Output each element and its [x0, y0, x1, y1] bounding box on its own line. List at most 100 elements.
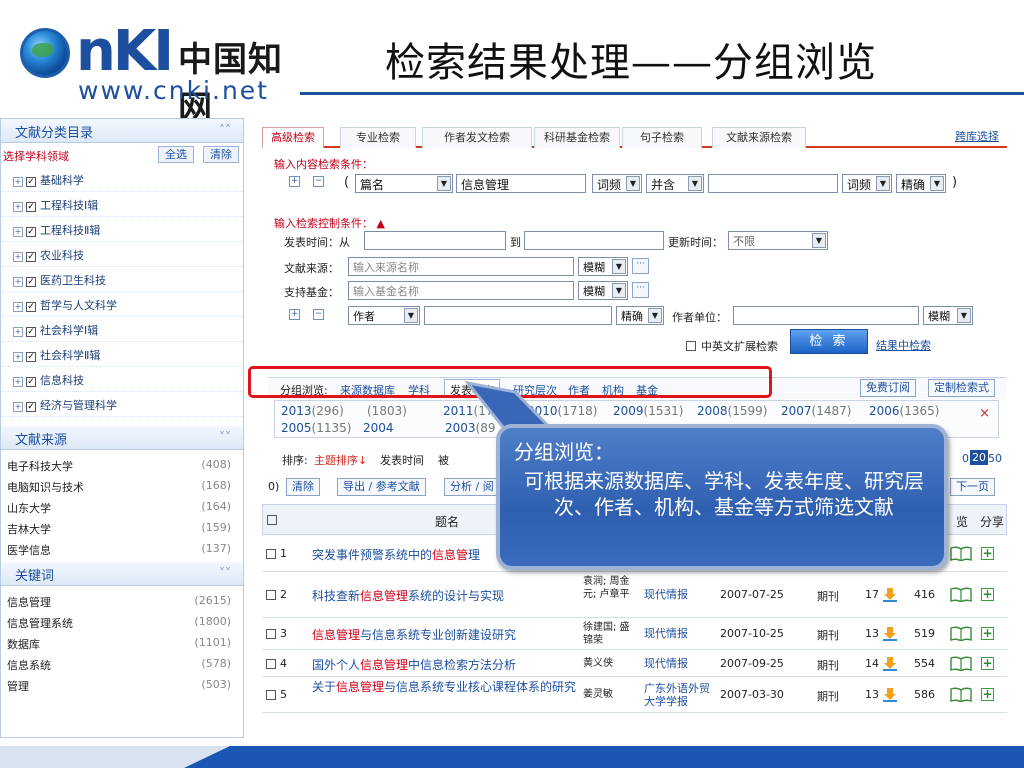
download-icon[interactable]: [883, 587, 897, 602]
row-checkbox[interactable]: [266, 629, 276, 639]
share-add-icon[interactable]: +: [981, 627, 994, 640]
catalog-header[interactable]: 文献分类目录 ˄˄: [1, 119, 243, 143]
row-cited[interactable]: 17: [865, 588, 879, 601]
expand-plus-icon[interactable]: +: [13, 227, 23, 237]
year-group-item[interactable]: 2005(1135): [281, 421, 351, 435]
row-source[interactable]: 现代情报: [644, 657, 714, 670]
year-group-item[interactable]: (1803): [367, 404, 407, 418]
row-title-link[interactable]: 科技查新信息管理系统的设计与实现: [312, 587, 504, 604]
row-cited[interactable]: 13: [865, 688, 879, 701]
checkbox-checked-icon[interactable]: ✓: [26, 402, 36, 412]
download-icon[interactable]: [883, 687, 897, 702]
source-item[interactable]: 医学信息 (137): [1, 538, 243, 559]
row-cited[interactable]: 13: [865, 627, 879, 640]
download-icon[interactable]: [883, 626, 897, 641]
row-checkbox[interactable]: [266, 590, 276, 600]
row-checkbox[interactable]: [266, 690, 276, 700]
close-icon[interactable]: ×: [979, 406, 990, 421]
checkbox-checked-icon[interactable]: ✓: [26, 327, 36, 337]
source-input[interactable]: 输入来源名称: [348, 257, 574, 276]
row-authors[interactable]: 黄义侠: [583, 657, 639, 670]
search-in-results-link[interactable]: 结果中检索: [876, 337, 931, 353]
category-item[interactable]: + ✓ 社会科学Ⅱ辑: [1, 342, 243, 367]
row-title-link[interactable]: 突发事件预警系统中的信息管理: [312, 546, 480, 563]
year-group-item[interactable]: 2009(1531): [613, 404, 683, 418]
page-size-10[interactable]: 0: [962, 452, 969, 465]
source-item[interactable]: 电子科技大学 (408): [1, 454, 243, 475]
read-book-icon[interactable]: [950, 587, 972, 602]
select-all-button[interactable]: 全选: [158, 146, 194, 163]
row-title-link[interactable]: 国外个人信息管理中信息检索方法分析: [312, 656, 516, 673]
row-checkbox[interactable]: [266, 659, 276, 669]
row-source[interactable]: 现代情报: [644, 588, 714, 601]
custom-query-button[interactable]: 定制检索式: [928, 379, 995, 397]
year-group-item[interactable]: 2007(1487): [781, 404, 851, 418]
expand-plus-icon[interactable]: +: [13, 302, 23, 312]
page-size-20[interactable]: 20: [970, 450, 988, 465]
expand-plus-icon[interactable]: +: [13, 277, 23, 287]
category-item[interactable]: + ✓ 信息科技: [1, 367, 243, 392]
row-authors[interactable]: 徐建国; 盛锦荣: [583, 621, 639, 647]
sort-pubtime[interactable]: 发表时间: [380, 452, 424, 468]
row-title-link[interactable]: 关于信息管理与信息系统专业核心课程体系的研究: [312, 680, 587, 695]
expand-plus-icon[interactable]: +: [13, 377, 23, 387]
update-time-select[interactable]: 不限 ▼: [728, 231, 828, 250]
tab-author[interactable]: 作者发文检索: [422, 127, 532, 148]
year-group-item[interactable]: 2008(1599): [697, 404, 767, 418]
source-header[interactable]: 文献来源 ˅˅: [1, 426, 243, 450]
row-authors[interactable]: 袁润; 周金元; 卢章平: [583, 575, 639, 601]
cn-en-expand-checkbox[interactable]: 中英文扩展检索: [686, 338, 778, 354]
row-source[interactable]: 广东外语外贸大学学报: [644, 682, 714, 708]
keyword-item[interactable]: 管理 (503): [1, 674, 243, 695]
keyword-input[interactable]: 信息管理: [456, 174, 586, 193]
category-item[interactable]: + ✓ 工程科技Ⅰ辑: [1, 192, 243, 217]
clear-selection-button[interactable]: 清除: [286, 478, 320, 496]
source-item[interactable]: 吉林大学 (159): [1, 517, 243, 538]
category-item[interactable]: + ✓ 社会科学Ⅰ辑: [1, 317, 243, 342]
logic-select[interactable]: 并含 ▼: [646, 174, 704, 193]
match-select[interactable]: 精确 ▼: [896, 174, 946, 193]
expand-icon[interactable]: ˅˅: [219, 566, 231, 580]
category-item[interactable]: + ✓ 医药卫生科技: [1, 267, 243, 292]
expand-plus-icon[interactable]: +: [13, 327, 23, 337]
tab-fund[interactable]: 科研基金检索: [534, 127, 620, 148]
analysis-button[interactable]: 分析 / 阅: [444, 478, 500, 496]
pub-from-input[interactable]: [364, 231, 506, 250]
source-fuzzy-select[interactable]: 模糊 ▼: [578, 257, 628, 276]
search-button[interactable]: 检 索: [790, 329, 868, 354]
pub-to-input[interactable]: [524, 231, 664, 250]
category-item[interactable]: + ✓ 经济与管理科学: [1, 392, 243, 417]
field-select[interactable]: 篇名 ▼: [355, 174, 453, 193]
keyword-input-2[interactable]: [708, 174, 838, 193]
fund-input[interactable]: 输入基金名称: [348, 281, 574, 300]
checkbox-checked-icon[interactable]: ✓: [26, 227, 36, 237]
author-unit-input[interactable]: [733, 306, 919, 325]
page-size-50[interactable]: 50: [988, 452, 1002, 465]
source-more-button[interactable]: ···: [632, 258, 649, 274]
row-checkbox[interactable]: [266, 549, 276, 559]
select-all-checkbox[interactable]: [267, 515, 277, 525]
share-add-icon[interactable]: +: [981, 688, 994, 701]
share-add-icon[interactable]: +: [981, 657, 994, 670]
category-item[interactable]: + ✓ 工程科技Ⅱ辑: [1, 217, 243, 242]
row-source[interactable]: 现代情报: [644, 627, 714, 640]
year-group-item[interactable]: 2013(296): [281, 404, 344, 418]
expand-icon[interactable]: ˅˅: [219, 430, 231, 444]
next-page-button[interactable]: 下一页: [950, 478, 995, 496]
cross-db-link[interactable]: 跨库选择: [955, 128, 999, 144]
sort-topic[interactable]: 主题排序↓: [314, 452, 367, 468]
free-subscribe-button[interactable]: 免费订阅: [860, 379, 916, 397]
row-cited[interactable]: 14: [865, 657, 879, 670]
read-book-icon[interactable]: [950, 687, 972, 702]
sort-cut[interactable]: 被: [438, 452, 449, 468]
share-add-icon[interactable]: +: [981, 547, 994, 560]
export-button[interactable]: 导出 / 参考文献: [337, 478, 426, 496]
keyword-item[interactable]: 信息系统 (578): [1, 653, 243, 674]
download-icon[interactable]: [883, 656, 897, 671]
year-group-item[interactable]: 2003(89: [445, 421, 496, 435]
collapse-icon[interactable]: ˄˄: [219, 123, 231, 137]
freq-select[interactable]: 词频 ▼: [592, 174, 642, 193]
read-book-icon[interactable]: [950, 546, 972, 561]
expand-plus-icon[interactable]: +: [13, 252, 23, 262]
tab-sentence[interactable]: 句子检索: [622, 127, 702, 148]
